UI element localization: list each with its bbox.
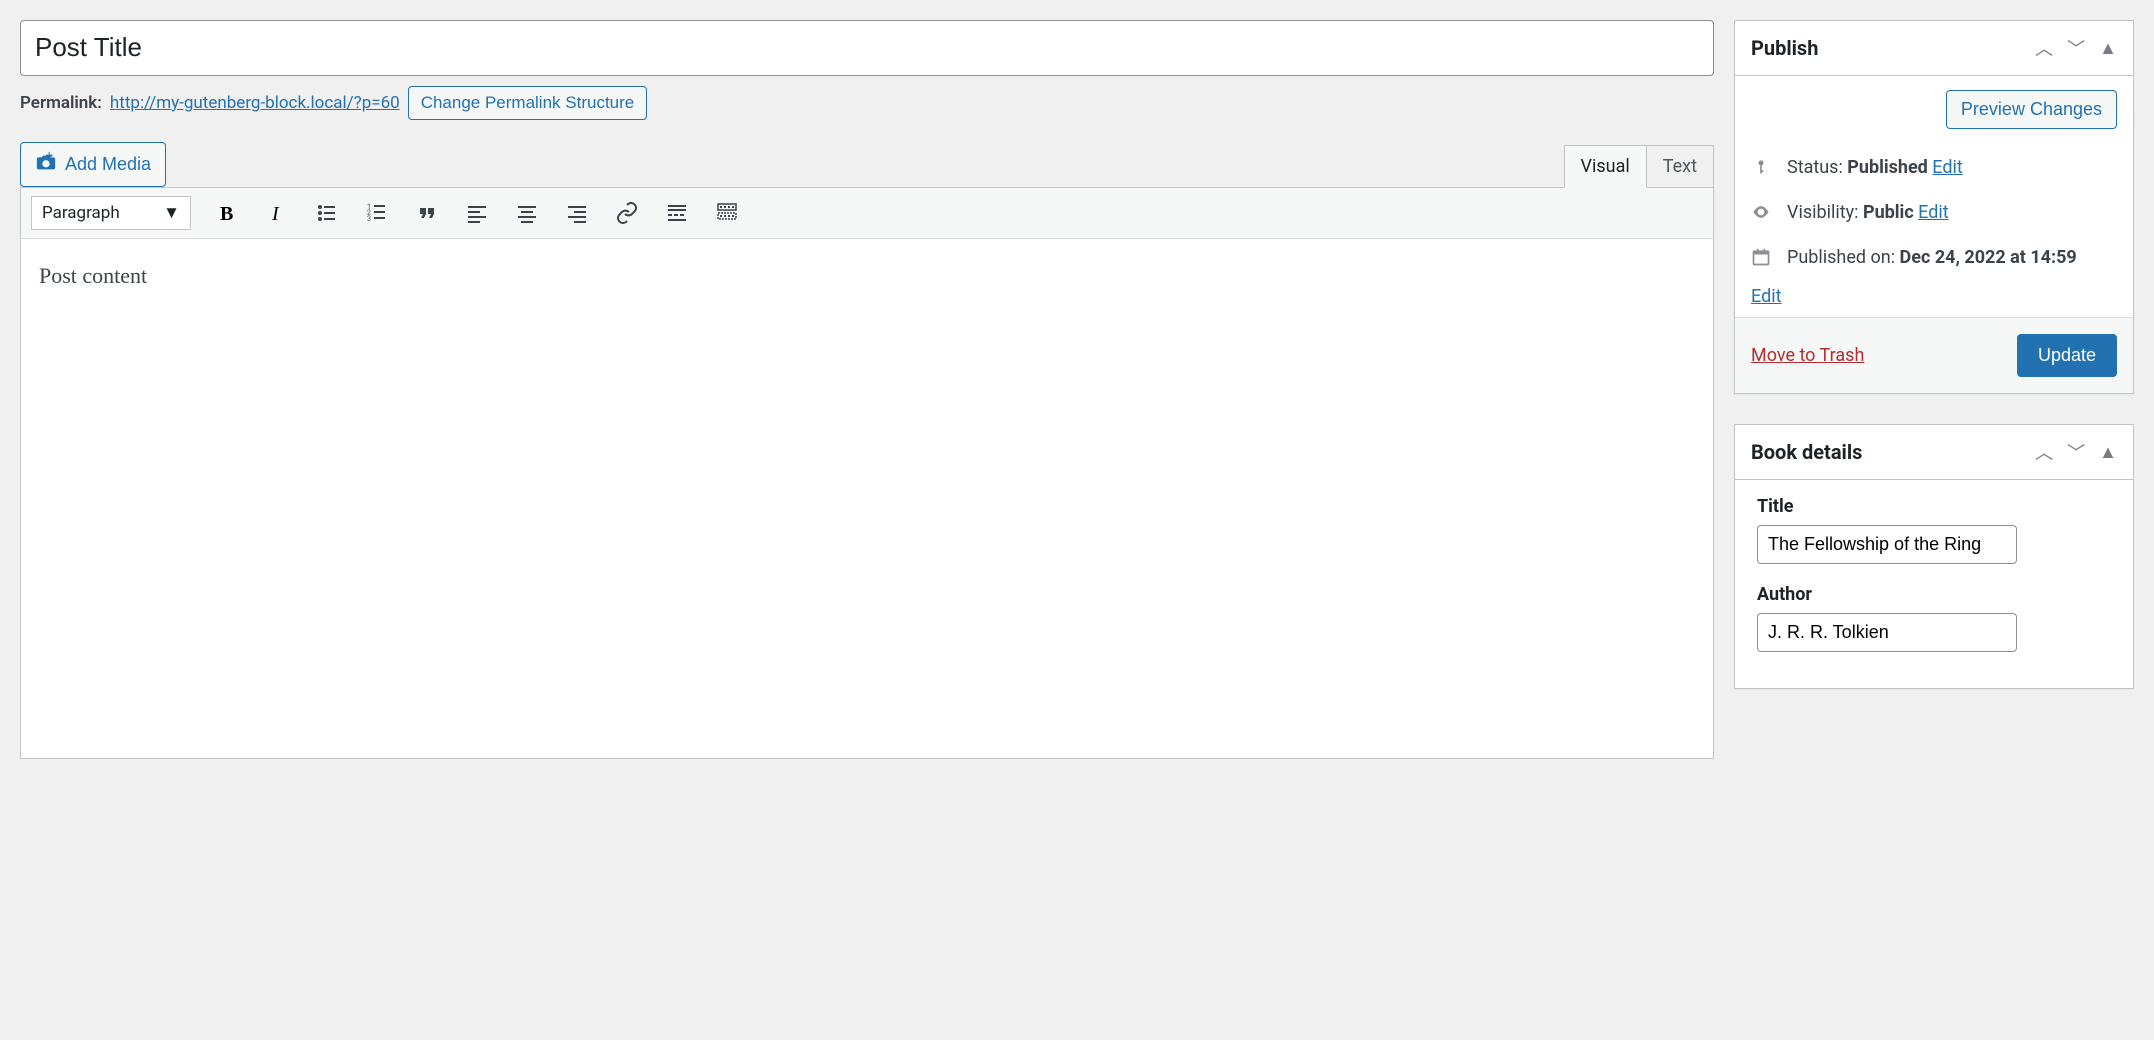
editor-tabs: Visual Text — [1564, 145, 1714, 188]
calendar-icon — [1751, 247, 1773, 272]
align-center-button[interactable] — [513, 199, 541, 227]
book-details-panel: Book details ︿ ﹀ ▲ Title Author — [1734, 424, 2134, 689]
change-permalink-button[interactable]: Change Permalink Structure — [408, 86, 648, 120]
permalink-url[interactable]: http://my-gutenberg-block.local/?p=60 — [110, 93, 400, 113]
chevron-down-icon[interactable]: ﹀ — [2067, 35, 2085, 61]
book-title-input[interactable] — [1757, 525, 2017, 564]
eye-icon — [1751, 202, 1773, 227]
key-icon — [1751, 157, 1773, 182]
chevron-down-icon: ▼ — [163, 203, 180, 223]
visibility-value: Public — [1863, 202, 1914, 223]
visibility-label: Visibility: — [1787, 202, 1859, 223]
status-label: Status: — [1787, 157, 1843, 178]
camera-icon — [35, 151, 57, 178]
add-media-label: Add Media — [65, 154, 151, 175]
chevron-up-icon[interactable]: ︿ — [2035, 35, 2053, 61]
published-label: Published on: — [1787, 247, 1895, 268]
update-button[interactable]: Update — [2017, 334, 2117, 377]
publish-panel-title: Publish — [1751, 36, 1818, 60]
read-more-button[interactable] — [663, 199, 691, 227]
editor-toolbar: Paragraph ▼ B I 123 — [20, 187, 1714, 239]
book-title-label: Title — [1757, 496, 2111, 517]
move-to-trash-link[interactable]: Move to Trash — [1751, 345, 1864, 366]
published-value: Dec 24, 2022 at 14:59 — [1900, 247, 2077, 268]
italic-button[interactable]: I — [263, 199, 291, 227]
toolbar-toggle-button[interactable] — [713, 199, 741, 227]
chevron-down-icon[interactable]: ﹀ — [2067, 439, 2085, 465]
format-select[interactable]: Paragraph ▼ — [31, 196, 191, 230]
format-selected-label: Paragraph — [42, 203, 120, 223]
permalink-row: Permalink: http://my-gutenberg-block.loc… — [20, 86, 1714, 120]
svg-text:B: B — [220, 203, 233, 225]
bullet-list-button[interactable] — [313, 199, 341, 227]
post-content-editor[interactable]: Post content — [20, 239, 1714, 759]
status-value: Published — [1847, 157, 1928, 178]
status-edit-link[interactable]: Edit — [1932, 157, 1962, 178]
chevron-up-icon[interactable]: ︿ — [2035, 439, 2053, 465]
link-button[interactable] — [613, 199, 641, 227]
book-author-input[interactable] — [1757, 613, 2017, 652]
add-media-button[interactable]: Add Media — [20, 142, 166, 187]
triangle-up-icon[interactable]: ▲ — [2099, 442, 2117, 463]
svg-text:I: I — [271, 203, 280, 225]
blockquote-button[interactable] — [413, 199, 441, 227]
triangle-up-icon[interactable]: ▲ — [2099, 38, 2117, 59]
publish-panel: Publish ︿ ﹀ ▲ Preview Changes Status: Pu… — [1734, 20, 2134, 394]
tab-text[interactable]: Text — [1647, 145, 1714, 188]
numbered-list-button[interactable]: 123 — [363, 199, 391, 227]
permalink-label: Permalink: — [20, 93, 102, 113]
book-author-label: Author — [1757, 584, 2111, 605]
post-title-input[interactable] — [20, 20, 1714, 76]
visibility-edit-link[interactable]: Edit — [1918, 202, 1948, 223]
tab-visual[interactable]: Visual — [1564, 145, 1647, 188]
published-edit-link[interactable]: Edit — [1751, 286, 2117, 307]
svg-text:3: 3 — [367, 215, 371, 223]
book-details-title: Book details — [1751, 440, 1862, 464]
align-left-button[interactable] — [463, 199, 491, 227]
preview-changes-button[interactable]: Preview Changes — [1946, 90, 2117, 129]
align-right-button[interactable] — [563, 199, 591, 227]
bold-button[interactable]: B — [213, 199, 241, 227]
